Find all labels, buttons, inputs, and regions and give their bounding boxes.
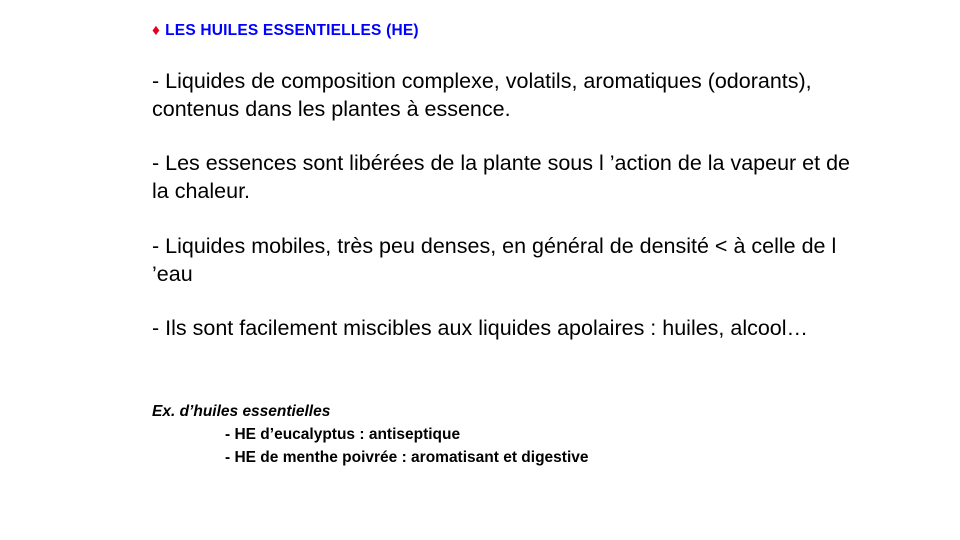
slide: ♦ LES HUILES ESSENTIELLES (HE) - Liquides… xyxy=(0,0,960,540)
examples-block: Ex. d’huiles essentielles - HE d’eucalyp… xyxy=(152,400,589,469)
slide-title: ♦ LES HUILES ESSENTIELLES (HE) xyxy=(152,22,419,40)
paragraph-composition: - Liquides de composition complexe, vola… xyxy=(152,69,812,121)
paragraph-miscibility: - Ils sont facilement miscibles aux liqu… xyxy=(152,316,809,340)
example-item-eucalyptus: - HE d’eucalyptus : antiseptique xyxy=(225,426,461,443)
examples-heading: Ex. d’huiles essentielles xyxy=(152,403,331,420)
diamond-bullet-icon: ♦ xyxy=(152,22,161,39)
example-item-menthe: - HE de menthe poivrée : aromatisant et … xyxy=(225,449,589,466)
paragraph-liberation: - Les essences sont libérées de la plant… xyxy=(152,151,850,203)
paragraph-density: - Liquides mobiles, très peu denses, en … xyxy=(152,234,837,286)
slide-title-text: LES HUILES ESSENTIELLES (HE) xyxy=(165,22,419,39)
